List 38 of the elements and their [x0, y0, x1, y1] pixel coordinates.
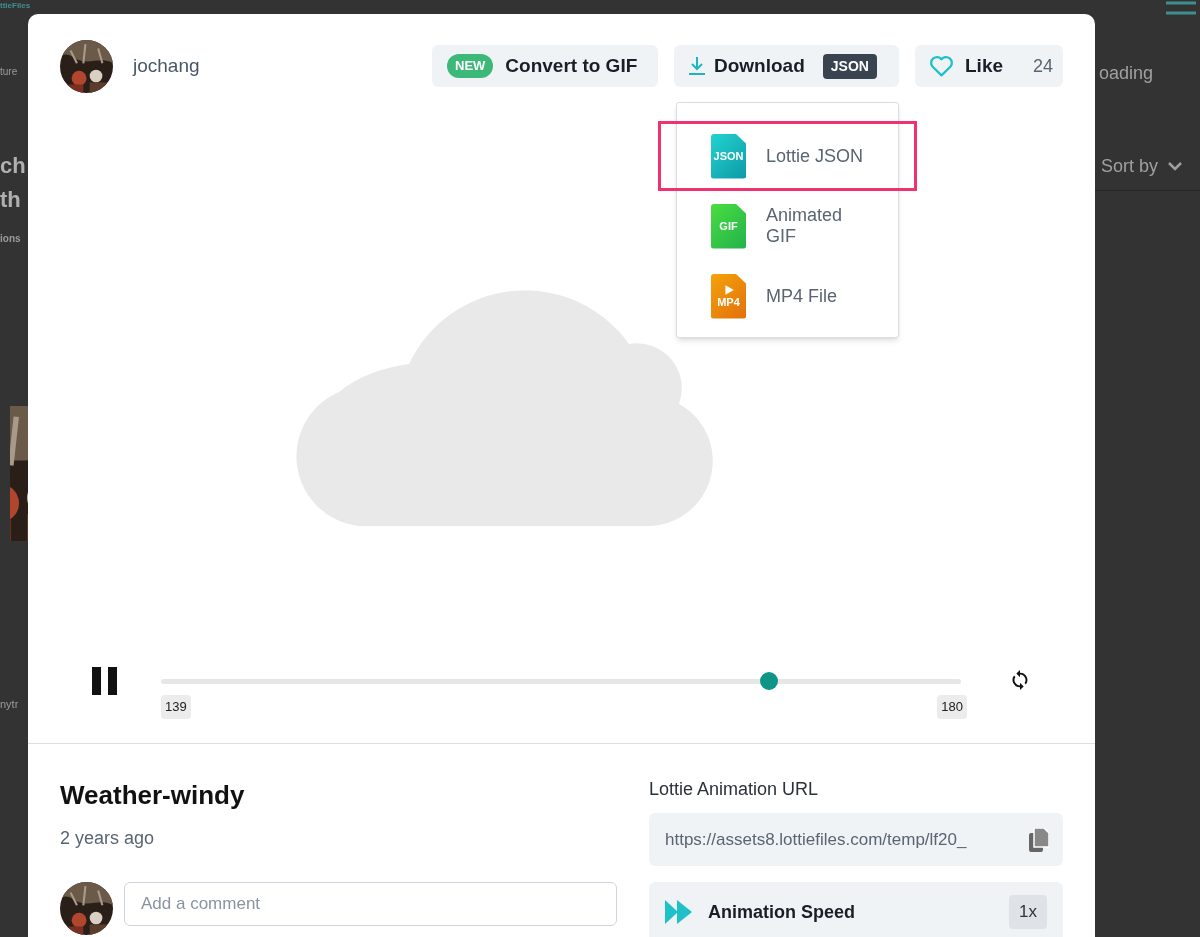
new-badge: NEW [447, 54, 494, 78]
file-type-icon: MP4 [711, 273, 746, 319]
url-field[interactable]: https://assets8.lottiefiles.com/temp/lf20_ [649, 813, 1063, 866]
section-label: ions [0, 232, 22, 246]
nav-link[interactable]: ture [0, 64, 28, 79]
like-count: 24 [1032, 54, 1053, 78]
file-type-icon: GIF [711, 203, 746, 249]
card-caption: nytr [0, 697, 20, 712]
timeline-thumb[interactable] [760, 671, 778, 690]
start-frame: 139 [161, 695, 191, 719]
file-type-icon: JSON [711, 133, 746, 179]
url-label: Lottie Animation URL [649, 778, 820, 801]
author-name[interactable]: jochang [133, 51, 200, 81]
convert-to-gif-button[interactable]: NEW Convert to GIF [432, 45, 658, 87]
speed-label: Animation Speed [708, 900, 855, 924]
animation-title: Weather-windy [60, 779, 246, 812]
page-heading: ch [0, 152, 27, 180]
download-option[interactable]: MP4 MP4 File [658, 261, 917, 331]
download-option[interactable]: JSON Lottie JSON [658, 121, 917, 191]
logo-text: ttieFiles [0, 0, 28, 12]
like-button[interactable]: Like 24 [915, 45, 1063, 87]
chevron-down-icon [1168, 162, 1183, 171]
download-icon [688, 56, 706, 76]
loading-text: oading [1099, 62, 1155, 85]
menu-icon[interactable] [1166, 1, 1196, 15]
fast-forward-icon [665, 900, 692, 924]
pause-icon[interactable] [92, 667, 118, 695]
sort-label[interactable]: Sort by [1101, 153, 1159, 180]
speed-value[interactable]: 1x [1009, 895, 1047, 929]
download-button[interactable]: Download JSON [674, 45, 899, 87]
comment-field[interactable]: Add a comment [124, 882, 617, 926]
copy-icon[interactable] [1029, 827, 1049, 852]
heart-icon [929, 55, 954, 77]
upload-age: 2 years ago [60, 827, 156, 850]
format-badge: JSON [822, 53, 877, 79]
end-frame: 180 [937, 695, 967, 719]
download-option[interactable]: GIF Animated GIF [658, 191, 917, 261]
page-heading: th [0, 186, 22, 214]
